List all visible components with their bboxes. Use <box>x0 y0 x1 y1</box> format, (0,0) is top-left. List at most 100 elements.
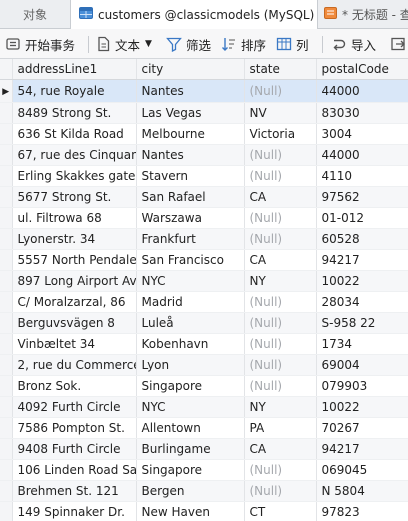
cell-state[interactable]: (Null) <box>244 144 317 166</box>
table-row[interactable]: 5557 North Pendale San Francisco CA 94217 <box>0 249 408 271</box>
cell-addressline1[interactable]: 54, rue Royale <box>12 79 137 103</box>
cell-state[interactable]: (Null) <box>244 459 317 481</box>
table-row[interactable]: 636 St Kilda Road Melbourne Victoria 3004 <box>0 123 408 145</box>
cell-city[interactable]: Singapore <box>136 375 245 397</box>
table-row[interactable]: 8489 Strong St. Las Vegas NV 83030 <box>0 102 408 124</box>
table-row[interactable]: Bronz Sok. Singapore (Null) 079903 <box>0 375 408 397</box>
cell-postalcode[interactable]: 4110 <box>316 165 408 187</box>
table-row[interactable]: 4092 Furth Circle NYC NY 10022 <box>0 396 408 418</box>
cell-state[interactable]: (Null) <box>244 375 317 397</box>
table-row[interactable]: 7586 Pompton St. Allentown PA 70267 <box>0 417 408 439</box>
cell-state[interactable]: (Null) <box>244 354 317 376</box>
row-indicator[interactable] <box>0 480 13 502</box>
cell-city[interactable]: Las Vegas <box>136 102 245 124</box>
cell-addressline1[interactable]: Lyonerstr. 34 <box>12 228 137 250</box>
column-header-postalcode[interactable]: postalCode <box>316 59 408 80</box>
begin-transaction-button[interactable]: 开始事务 <box>5 29 75 59</box>
row-indicator[interactable] <box>0 438 13 460</box>
cell-postalcode[interactable]: 10022 <box>316 396 408 418</box>
cell-postalcode[interactable]: 97823 <box>316 501 408 521</box>
cell-state[interactable]: Victoria <box>244 123 317 145</box>
row-indicator[interactable] <box>0 249 13 271</box>
row-indicator[interactable] <box>0 270 13 292</box>
cell-state[interactable]: (Null) <box>244 480 317 502</box>
cell-city[interactable]: Stavern <box>136 165 245 187</box>
table-row[interactable]: 2, rue du Commerce Lyon (Null) 69004 <box>0 354 408 376</box>
cell-city[interactable]: Bergen <box>136 480 245 502</box>
table-row[interactable]: C/ Moralzarzal, 86 Madrid (Null) 28034 <box>0 291 408 313</box>
cell-addressline1[interactable]: ul. Filtrowa 68 <box>12 207 137 229</box>
cell-postalcode[interactable]: 28034 <box>316 291 408 313</box>
cell-addressline1[interactable]: 106 Linden Road Sa <box>12 459 137 481</box>
cell-postalcode[interactable]: 3004 <box>316 123 408 145</box>
row-indicator[interactable] <box>0 291 13 313</box>
cell-postalcode[interactable]: 69004 <box>316 354 408 376</box>
cell-postalcode[interactable]: 01-012 <box>316 207 408 229</box>
cell-city[interactable]: NYC <box>136 396 245 418</box>
cell-addressline1[interactable]: 897 Long Airport Ave <box>12 270 137 292</box>
cell-state[interactable]: PA <box>244 417 317 439</box>
cell-state[interactable]: CA <box>244 186 317 208</box>
cell-city[interactable]: Burlingame <box>136 438 245 460</box>
cell-postalcode[interactable]: 94217 <box>316 438 408 460</box>
cell-state[interactable]: NY <box>244 396 317 418</box>
cell-addressline1[interactable]: 9408 Furth Circle <box>12 438 137 460</box>
table-row[interactable]: Vinbæltet 34 Kobenhavn (Null) 1734 <box>0 333 408 355</box>
cell-addressline1[interactable]: Bronz Sok. <box>12 375 137 397</box>
cell-state[interactable]: (Null) <box>244 207 317 229</box>
cell-city[interactable]: Warszawa <box>136 207 245 229</box>
row-indicator[interactable] <box>0 102 13 124</box>
cell-postalcode[interactable]: N 5804 <box>316 480 408 502</box>
row-indicator[interactable] <box>0 207 13 229</box>
cell-postalcode[interactable]: 94217 <box>316 249 408 271</box>
cell-city[interactable]: Madrid <box>136 291 245 313</box>
cell-city[interactable]: Frankfurt <box>136 228 245 250</box>
column-header-addressline1[interactable]: addressLine1 <box>12 59 137 80</box>
row-indicator[interactable] <box>0 375 13 397</box>
cell-state[interactable]: NV <box>244 102 317 124</box>
sort-button[interactable]: 排序 <box>221 29 266 59</box>
row-indicator[interactable] <box>0 123 13 145</box>
cell-postalcode[interactable]: 44000 <box>316 79 408 103</box>
cell-addressline1[interactable]: 149 Spinnaker Dr. <box>12 501 137 521</box>
row-indicator[interactable] <box>0 459 13 481</box>
table-row[interactable]: Brehmen St. 121 Bergen (Null) N 5804 <box>0 480 408 502</box>
cell-postalcode[interactable]: 70267 <box>316 417 408 439</box>
tab-customers-table[interactable]: customers @classicmodels (MySQL) - 表 <box>70 0 318 29</box>
cell-postalcode[interactable]: 10022 <box>316 270 408 292</box>
text-button[interactable]: 文本 ▼ <box>96 29 152 59</box>
cell-addressline1[interactable]: 2, rue du Commerce <box>12 354 137 376</box>
cell-state[interactable]: CA <box>244 249 317 271</box>
cell-city[interactable]: New Haven <box>136 501 245 521</box>
cell-postalcode[interactable]: 83030 <box>316 102 408 124</box>
row-indicator[interactable] <box>0 312 13 334</box>
cell-city[interactable]: Allentown <box>136 417 245 439</box>
cell-city[interactable]: San Francisco <box>136 249 245 271</box>
cell-state[interactable]: (Null) <box>244 228 317 250</box>
cell-state[interactable]: CA <box>244 438 317 460</box>
column-header-state[interactable]: state <box>244 59 317 80</box>
row-indicator[interactable] <box>0 396 13 418</box>
tab-untitled-query[interactable]: * 无标题 - 查 <box>318 0 408 29</box>
cell-state[interactable]: (Null) <box>244 291 317 313</box>
table-row[interactable]: 9408 Furth Circle Burlingame CA 94217 <box>0 438 408 460</box>
cell-postalcode[interactable]: 069045 <box>316 459 408 481</box>
tab-objects[interactable]: 对象 <box>0 0 70 29</box>
table-row[interactable]: Lyonerstr. 34 Frankfurt (Null) 60528 <box>0 228 408 250</box>
cell-addressline1[interactable]: 8489 Strong St. <box>12 102 137 124</box>
columns-button[interactable]: 列 <box>276 29 309 59</box>
cell-state[interactable]: (Null) <box>244 333 317 355</box>
row-indicator[interactable]: ▶ <box>0 79 13 103</box>
cell-addressline1[interactable]: 636 St Kilda Road <box>12 123 137 145</box>
cell-city[interactable]: San Rafael <box>136 186 245 208</box>
row-indicator[interactable] <box>0 333 13 355</box>
cell-city[interactable]: Nantes <box>136 79 245 103</box>
row-indicator[interactable] <box>0 144 13 166</box>
table-row[interactable]: 897 Long Airport Ave NYC NY 10022 <box>0 270 408 292</box>
table-row[interactable]: ▶ 54, rue Royale Nantes (Null) 44000 <box>0 79 408 103</box>
row-indicator[interactable] <box>0 354 13 376</box>
cell-state[interactable]: (Null) <box>244 165 317 187</box>
cell-city[interactable]: Kobenhavn <box>136 333 245 355</box>
cell-city[interactable]: Melbourne <box>136 123 245 145</box>
row-indicator[interactable] <box>0 501 13 521</box>
